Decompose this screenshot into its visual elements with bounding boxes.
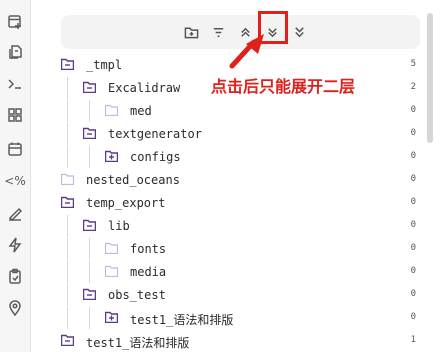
tree-item[interactable]: fonts 0 bbox=[46, 238, 416, 260]
tree-item-count: 5 bbox=[410, 59, 416, 69]
indent-guide bbox=[67, 146, 68, 168]
tree-item[interactable]: test1_语法和排版 1 bbox=[46, 330, 416, 352]
tree-item-count: 0 bbox=[410, 266, 416, 276]
clipboard-icon[interactable] bbox=[5, 266, 25, 286]
indent-guide bbox=[89, 146, 90, 168]
tree-item-label: textgenerator bbox=[108, 127, 202, 141]
tree-item-count: 1 bbox=[410, 335, 416, 345]
sort-icon[interactable] bbox=[208, 22, 228, 42]
tree-item-count: 0 bbox=[410, 243, 416, 253]
tree-item-label: configs bbox=[130, 150, 181, 164]
tree-item-label: obs_test bbox=[108, 288, 166, 302]
lightning-icon[interactable] bbox=[5, 235, 25, 255]
tree-item[interactable]: nested_oceans 0 bbox=[46, 169, 416, 191]
tree-item[interactable]: media 0 bbox=[46, 261, 416, 283]
tree-item[interactable]: Excalidraw 2 bbox=[46, 77, 416, 99]
indent-guide bbox=[89, 238, 90, 260]
indent-guide bbox=[67, 100, 68, 122]
tree-item-count: 0 bbox=[410, 105, 416, 115]
tree-item-label: nested_oceans bbox=[86, 173, 180, 187]
left-ribbon: <% bbox=[0, 0, 31, 352]
tree-item[interactable]: _tmpl 5 bbox=[46, 54, 416, 76]
folder-open-icon[interactable] bbox=[60, 334, 75, 347]
indent-guide bbox=[67, 284, 68, 306]
collapse-all-icon[interactable] bbox=[235, 22, 255, 42]
new-canvas-icon[interactable] bbox=[5, 12, 25, 32]
folder-expand-icon[interactable] bbox=[104, 150, 119, 163]
terminal-icon[interactable] bbox=[5, 74, 25, 94]
indent-guide bbox=[67, 238, 68, 260]
tree-item-count: 2 bbox=[410, 82, 416, 92]
tree-item-count: 0 bbox=[410, 220, 416, 230]
tree-item-count: 0 bbox=[410, 174, 416, 184]
tree-item[interactable]: textgenerator 0 bbox=[46, 123, 416, 145]
percent-template-icon[interactable]: <% bbox=[4, 174, 26, 188]
pen-icon[interactable] bbox=[5, 203, 25, 223]
indent-guide bbox=[89, 261, 90, 283]
indent-guide bbox=[89, 100, 90, 122]
tree-item-label: lib bbox=[108, 219, 130, 233]
indent-guide bbox=[67, 77, 68, 99]
tree-item-label: test1_语法和排版 bbox=[86, 336, 190, 350]
folder-closed-icon[interactable] bbox=[104, 242, 119, 255]
folder-closed-icon[interactable] bbox=[60, 173, 75, 186]
folder-open-icon[interactable] bbox=[60, 58, 75, 71]
expand-all-icon[interactable] bbox=[289, 22, 309, 42]
folder-open-icon[interactable] bbox=[82, 219, 97, 232]
tree-item[interactable]: configs 0 bbox=[46, 146, 416, 168]
tree-item-label: _tmpl bbox=[86, 58, 123, 72]
tree-item-count: 0 bbox=[410, 289, 416, 299]
tree-item[interactable]: test1_语法和排版 0 bbox=[46, 307, 416, 329]
scrollbar[interactable] bbox=[427, 13, 433, 143]
indent-guide bbox=[67, 123, 68, 145]
tree-item-count: 0 bbox=[410, 151, 416, 161]
tree-item-label: temp_export bbox=[86, 196, 166, 210]
tree-item-count: 0 bbox=[410, 128, 416, 138]
folder-open-icon[interactable] bbox=[82, 81, 97, 94]
indent-guide bbox=[67, 307, 68, 329]
tree-item[interactable]: obs_test 0 bbox=[46, 284, 416, 306]
folder-open-icon[interactable] bbox=[60, 196, 75, 209]
tree-item-label: test1_语法和排版 bbox=[130, 313, 234, 327]
new-folder-icon[interactable] bbox=[181, 22, 201, 42]
indent-guide bbox=[67, 215, 68, 237]
folder-closed-icon[interactable] bbox=[104, 104, 119, 117]
folder-expand-icon[interactable] bbox=[104, 311, 119, 324]
tree-item-label: media bbox=[130, 265, 167, 279]
file-copy-icon[interactable] bbox=[5, 42, 25, 62]
tree-item-count: 0 bbox=[410, 197, 416, 207]
tree-item[interactable]: temp_export 0 bbox=[46, 192, 416, 214]
tree-item-label: med bbox=[130, 104, 152, 118]
folder-open-icon[interactable] bbox=[82, 288, 97, 301]
grid-icon[interactable] bbox=[5, 105, 25, 125]
tree-item[interactable]: med 0 bbox=[46, 100, 416, 122]
tree-item[interactable]: lib 0 bbox=[46, 215, 416, 237]
folder-open-icon[interactable] bbox=[82, 127, 97, 140]
indent-guide bbox=[89, 307, 90, 329]
tree-item-count: 0 bbox=[410, 312, 416, 322]
location-pin-icon[interactable] bbox=[5, 298, 25, 318]
tree-item-label: Excalidraw bbox=[108, 81, 181, 95]
folder-closed-icon[interactable] bbox=[104, 265, 119, 278]
calendar-icon[interactable] bbox=[5, 139, 25, 159]
indent-guide bbox=[67, 261, 68, 283]
tree-item-label: fonts bbox=[130, 242, 167, 256]
